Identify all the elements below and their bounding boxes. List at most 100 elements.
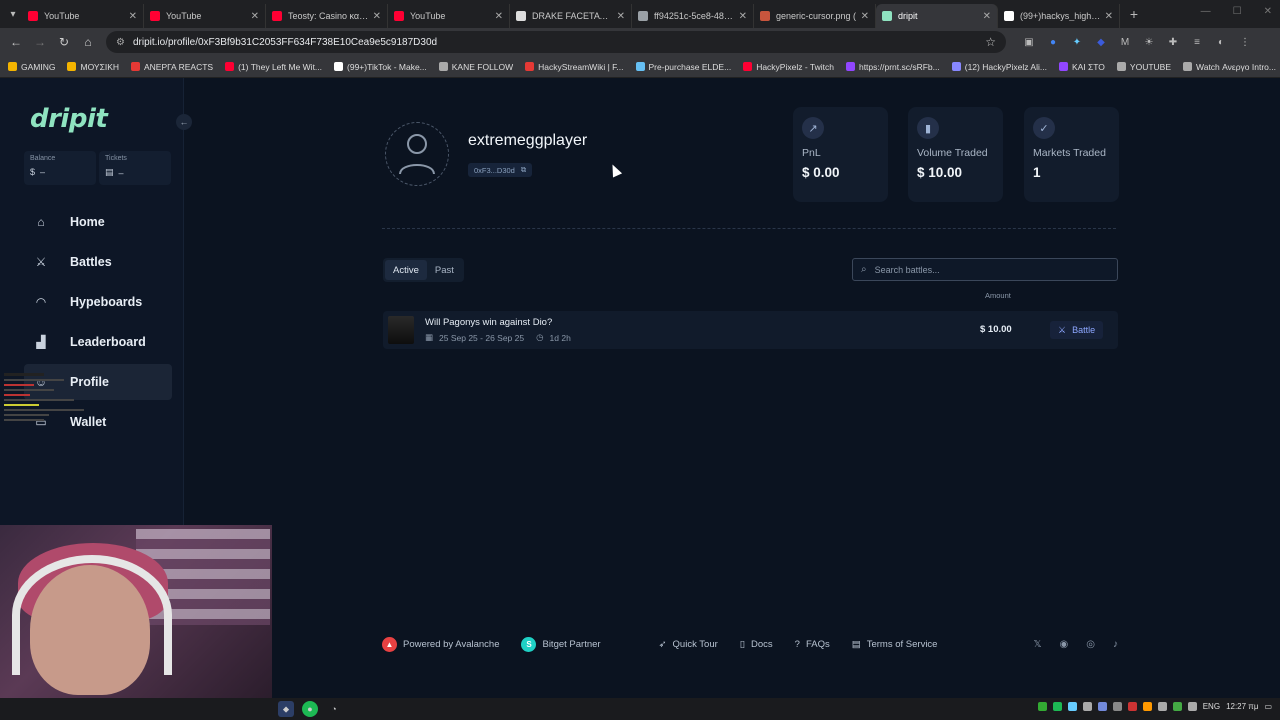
tray-icon[interactable] [1172,702,1182,711]
minimize-icon[interactable]: — [1201,6,1211,17]
browser-tab[interactable]: Teosty: Casino και 'K ✕ [266,4,388,28]
sidebar-item-battles[interactable]: ⚔ Battles [24,244,172,280]
tray-icon[interactable] [1127,702,1137,711]
powered-by-link[interactable]: ▲ Powered by Avalanche [382,636,499,652]
copy-icon[interactable]: ⧉ [521,165,526,175]
address-bar[interactable]: ⚙ dripit.io/profile/0xF3Bf9b31C2053FF634… [106,31,1006,53]
site-info-icon[interactable]: ⚙ [116,37,125,48]
puzzle-icon[interactable]: ✚ [1166,35,1180,49]
search-input[interactable] [874,264,1095,275]
browser-tab[interactable]: generic-cursor.png (✕ [754,4,876,28]
extension-icon[interactable]: ☀ [1142,35,1156,49]
more-icon[interactable]: ⋮ [1238,35,1252,49]
tray-icon[interactable] [1037,702,1047,711]
bookmark-item[interactable]: YOUTUBE [1116,62,1171,72]
close-window-icon[interactable]: ✕ [1264,6,1272,17]
tab-search-icon[interactable]: ▾ [4,5,22,23]
quick-tour-link[interactable]: ➶ Quick Tour [659,639,718,650]
browser-tab[interactable]: DRAKE FACETAT - Go ✕ [510,4,632,28]
close-tab-icon[interactable]: ✕ [617,11,625,22]
instagram-icon[interactable]: ◎ [1086,639,1095,650]
close-tab-icon[interactable]: ✕ [1105,11,1113,22]
bookmark-item[interactable]: (1) They Left Me Wit... [225,62,322,72]
close-tab-icon[interactable]: ✕ [739,11,747,22]
bookmark-item[interactable]: Watch Ανεργο Intro... [1183,62,1276,72]
sidebar-item-home[interactable]: ⌂ Home [24,204,172,240]
x-twitter-icon[interactable]: 𝕏 [1033,639,1041,650]
bookmark-item[interactable]: https://prnt.sc/sRFb... [845,62,940,72]
tray-icon[interactable] [1067,702,1077,711]
close-tab-icon[interactable]: ✕ [495,11,503,22]
bookmark-item[interactable]: ΚΑΙ ΣΤΟ [1058,62,1105,72]
tray-icon[interactable] [1082,702,1092,711]
bookmark-star-icon[interactable]: ☆ [985,35,996,49]
browser-tab[interactable]: ff94251c-5ce8-4871- ✕ [632,4,754,28]
dripit-logo[interactable]: dripit [30,104,108,134]
browser-tab[interactable]: (99+)hackys_highligh ✕ [998,4,1120,28]
close-tab-icon[interactable]: ✕ [983,11,991,22]
language-indicator[interactable]: ENG [1203,702,1220,711]
terms-link[interactable]: ▤ Terms of Service [852,639,938,650]
profile-avatar-icon[interactable]: ◐ [1214,35,1228,49]
bookmark-item[interactable]: KANE FOLLOW [438,62,513,72]
rocket-icon: ➶ [658,638,667,650]
extension-icon[interactable]: ● [1046,35,1060,49]
tab-past[interactable]: Past [427,260,462,280]
table-row[interactable]: Will Pagonys win against Dio? ▦ 25 Sep 2… [383,311,1118,349]
sidebar-item-leaderboard[interactable]: ▟ Leaderboard [24,324,172,360]
close-tab-icon[interactable]: ✕ [861,11,869,22]
tab-favicon-icon [272,11,282,21]
tiktok-icon[interactable]: ♪ [1113,639,1118,650]
tray-icon[interactable] [1157,702,1167,711]
bookmark-item[interactable]: GAMING [8,62,55,72]
notifications-icon[interactable]: ▭ [1264,702,1272,711]
system-tray: ENG 12:27 πμ ▭ [1037,702,1272,711]
reload-icon[interactable]: ↻ [52,30,76,54]
bitget-partner-link[interactable]: S Bitget Partner [521,636,601,652]
browser-tab[interactable]: YouTube ✕ [388,4,510,28]
tray-icon[interactable] [1052,702,1062,711]
battle-button[interactable]: ⚔ Battle [1050,321,1104,339]
taskbar-app-icon[interactable]: ◔ [326,701,342,717]
bookmark-item[interactable]: (99+)TikTok - Make... [334,62,427,72]
extension-icon[interactable]: ◆ [1094,35,1108,49]
taskbar-app-icon[interactable]: ⬥ [278,701,294,717]
browser-toolbar: ← → ↻ ⌂ ⚙ dripit.io/profile/0xF3Bf9b31C2… [0,28,1280,56]
close-tab-icon[interactable]: ✕ [129,11,137,22]
battle-title[interactable]: Will Pagonys win against Dio? [425,317,552,328]
extension-icon[interactable]: M [1118,35,1132,49]
bookmark-item[interactable]: Pre-purchase ELDE... [635,62,731,72]
close-tab-icon[interactable]: ✕ [373,11,381,22]
browser-tab[interactable]: YouTube ✕ [144,4,266,28]
discord-icon[interactable]: ◉ [1060,639,1069,650]
sidebar-item-hypeboards[interactable]: ◠ Hypeboards [24,284,172,320]
tab-favicon-icon [516,11,526,21]
browser-tab[interactable]: dripit ✕ [876,4,998,28]
tray-icon[interactable] [1097,702,1107,711]
battle-meta: ▦ 25 Sep 25 - 26 Sep 25 ◷ 1d 2h [425,332,571,343]
tab-active[interactable]: Active [385,260,427,280]
extension-icon[interactable]: ▣ [1022,35,1036,49]
tray-icon[interactable] [1187,702,1197,711]
forward-icon[interactable]: → [28,30,52,54]
back-icon[interactable]: ← [4,30,28,54]
bookmark-item[interactable]: ΑΝΕΡΓΑ REACTS [131,62,213,72]
new-tab-button[interactable]: + [1124,4,1144,24]
docs-link[interactable]: ▯ Docs [740,639,773,650]
tray-icon[interactable] [1112,702,1122,711]
maximize-icon[interactable]: ☐ [1233,6,1242,17]
bookmark-item[interactable]: HackyPixelz - Twitch [743,62,834,72]
home-icon[interactable]: ⌂ [76,30,100,54]
faqs-link[interactable]: ? FAQs [795,639,830,650]
bookmark-item[interactable]: HackyStreamWiki | F... [525,62,624,72]
extension-icon[interactable]: ✦ [1070,35,1084,49]
browser-tab[interactable]: YouTube ✕ [22,4,144,28]
close-tab-icon[interactable]: ✕ [251,11,259,22]
media-icon[interactable]: ≡ [1190,35,1204,49]
clock[interactable]: 12:27 πμ [1226,702,1258,711]
bookmark-item[interactable]: ΜΟΥΣΙΚΗ [67,62,119,72]
tray-icon[interactable] [1142,702,1152,711]
wallet-address-chip[interactable]: 0xF3...D30d ⧉ [468,163,533,177]
bookmark-item[interactable]: (12) HackyPixelz Ali... [951,62,1047,72]
spotify-icon[interactable]: ● [302,701,318,717]
